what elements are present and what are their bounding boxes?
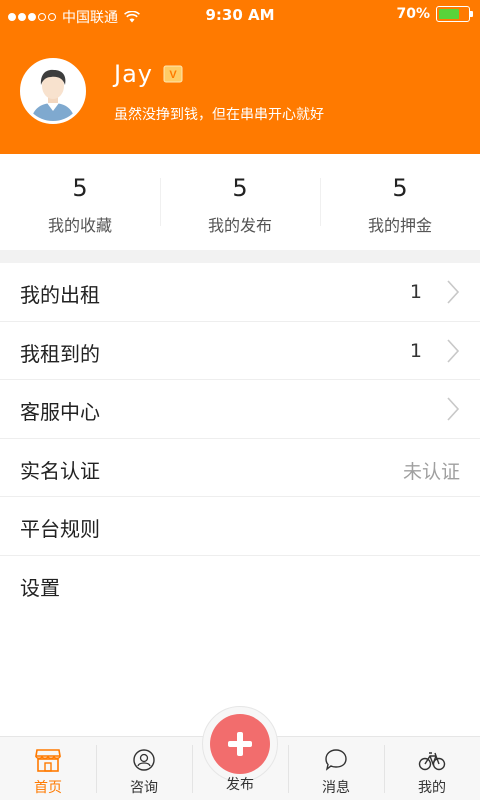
plus-icon: [228, 732, 252, 756]
menu-item-rented-by-me[interactable]: 我租到的 1: [0, 321, 480, 381]
stat-favorites[interactable]: 5 我的收藏: [0, 154, 160, 250]
menu-item-identity-verification[interactable]: 实名认证 未认证: [0, 438, 480, 498]
menu-item-label: 设置: [20, 575, 60, 600]
menu-item-count: 1: [409, 339, 422, 362]
vip-badge-icon: V: [163, 65, 183, 83]
tab-mine[interactable]: 我的: [384, 737, 480, 800]
username-row: Jay V: [114, 60, 183, 88]
profile-header: 中国联通 9:30 AM 70% Jay V 虽然没挣到钱，但在串串开心就好: [0, 0, 480, 154]
username: Jay: [114, 60, 153, 88]
chevron-right-icon: [447, 280, 460, 304]
section-divider: [0, 250, 480, 263]
menu-item-my-rentals[interactable]: 我的出租 1: [0, 263, 480, 322]
status-bar: 中国联通 9:30 AM 70%: [0, 0, 480, 30]
menu-item-label: 客服中心: [20, 400, 100, 425]
battery-fill: [439, 9, 459, 19]
user-avatar-icon: [23, 61, 83, 121]
stat-value: 5: [232, 174, 248, 202]
settings-menu: 我的出租 1 我租到的 1 客服中心 实名认证 未认证 平台规则 设置: [0, 263, 480, 615]
stat-published[interactable]: 5 我的发布: [160, 154, 320, 250]
menu-item-count: 1: [409, 281, 422, 303]
tab-messages[interactable]: 消息: [288, 737, 384, 800]
chat-bubble-icon: [325, 749, 347, 771]
stat-label: 我的收藏: [47, 216, 112, 235]
tab-label: 咨询: [130, 780, 158, 796]
battery-percent: 70%: [396, 6, 430, 22]
menu-item-customer-service[interactable]: 客服中心: [0, 380, 480, 439]
bicycle-icon: [418, 752, 446, 771]
publish-button[interactable]: [210, 714, 270, 774]
storefront-icon: [35, 749, 61, 772]
profile-tagline: 虽然没挣到钱，但在串串开心就好: [114, 107, 324, 123]
verification-status: 未认证: [402, 460, 460, 483]
stat-value: 5: [72, 174, 88, 202]
battery-icon: [436, 6, 473, 22]
menu-item-platform-rules[interactable]: 平台规则: [0, 497, 480, 556]
publish-label: 发布: [226, 777, 254, 793]
chevron-right-icon: [447, 397, 460, 421]
stat-deposit[interactable]: 5 我的押金: [320, 154, 480, 250]
menu-item-label: 我租到的: [20, 341, 100, 366]
menu-item-settings[interactable]: 设置: [0, 555, 480, 615]
stat-value: 5: [392, 174, 408, 202]
stats-row: 5 我的收藏 5 我的发布 5 我的押金: [0, 154, 480, 250]
person-circle-icon: [133, 749, 155, 771]
tab-label: 首页: [34, 780, 62, 796]
tab-label: 消息: [322, 780, 350, 796]
status-right: 70%: [396, 6, 473, 22]
tab-home[interactable]: 首页: [0, 737, 96, 800]
avatar[interactable]: [20, 58, 86, 124]
stat-label: 我的发布: [207, 216, 272, 235]
stat-label: 我的押金: [367, 216, 432, 235]
menu-item-label: 实名认证: [20, 458, 100, 483]
menu-item-label: 平台规则: [20, 517, 100, 542]
tab-consult[interactable]: 咨询: [96, 737, 192, 800]
menu-item-label: 我的出租: [20, 283, 100, 307]
chevron-right-icon: [447, 339, 460, 363]
tab-label: 我的: [418, 780, 446, 796]
svg-text:V: V: [169, 69, 177, 81]
